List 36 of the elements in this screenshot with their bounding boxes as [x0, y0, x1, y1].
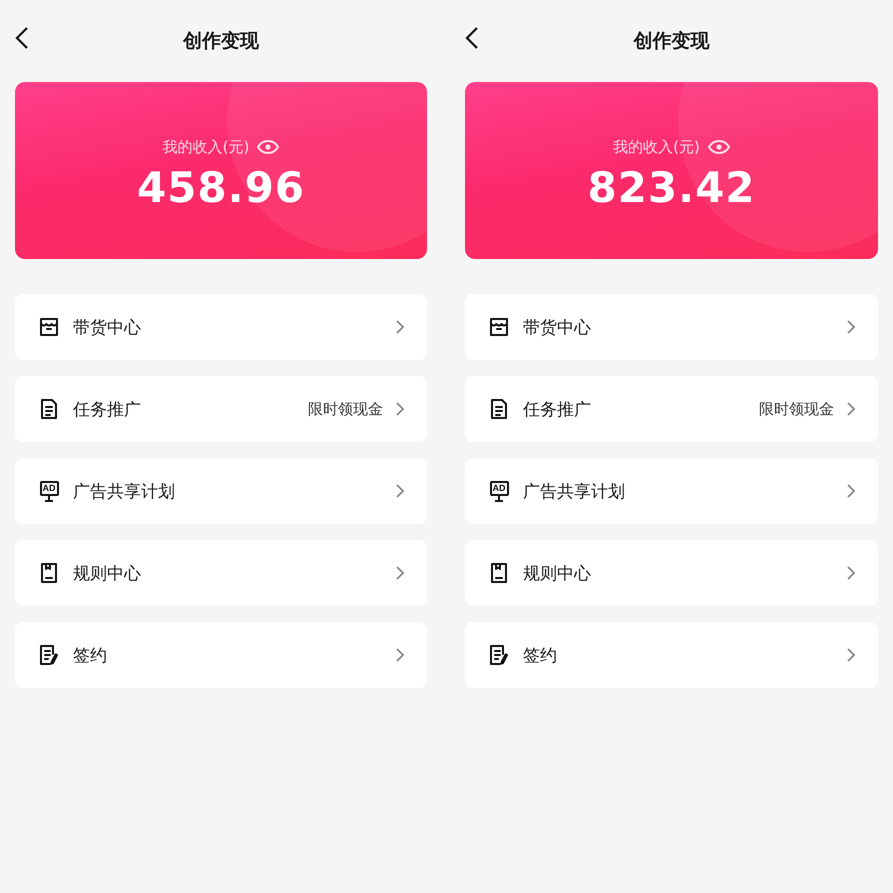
menu-item[interactable]: 规则中心	[465, 540, 878, 606]
back-icon[interactable]	[465, 26, 479, 50]
income-label: 我的收入(元)	[613, 138, 700, 156]
promo-note: 限时领现金	[308, 400, 383, 418]
chevron-icon	[395, 647, 405, 663]
eye-icon[interactable]	[257, 140, 280, 154]
menu-item[interactable]: 任务推广 限时领现金	[465, 376, 878, 442]
menu-item[interactable]: AD 广告共享计划	[15, 458, 427, 524]
back-icon[interactable]	[15, 26, 29, 50]
document-pen-icon	[487, 643, 511, 667]
menu-item[interactable]: 任务推广 限时领现金	[15, 376, 427, 442]
income-amount: 458.96	[136, 162, 306, 212]
chevron-icon	[846, 483, 856, 499]
page-title: 创作变现	[183, 29, 259, 54]
document-pen-icon	[37, 643, 61, 667]
menu-item[interactable]: AD 广告共享计划	[465, 458, 878, 524]
menu-item[interactable]: 带货中心	[15, 294, 427, 360]
chevron-icon	[846, 565, 856, 581]
menu-item[interactable]: 签约	[15, 622, 427, 688]
chevron-icon	[395, 319, 405, 335]
menu-item[interactable]: 规则中心	[15, 540, 427, 606]
menu-item[interactable]: 签约	[465, 622, 878, 688]
page-title: 创作变现	[634, 29, 710, 54]
chevron-icon	[846, 319, 856, 335]
chevron-icon	[395, 401, 405, 417]
eye-icon[interactable]	[708, 140, 730, 154]
chevron-icon	[395, 565, 405, 581]
menu-item[interactable]: 带货中心	[465, 294, 878, 360]
store-icon	[487, 315, 511, 339]
income-amount: 823.42	[587, 162, 756, 212]
income-label: 我的收入(元)	[162, 138, 250, 156]
store-icon	[37, 315, 61, 339]
promo-note: 限时领现金	[759, 400, 834, 418]
chevron-icon	[395, 483, 405, 499]
chevron-icon	[846, 647, 856, 663]
chevron-icon	[846, 401, 856, 417]
